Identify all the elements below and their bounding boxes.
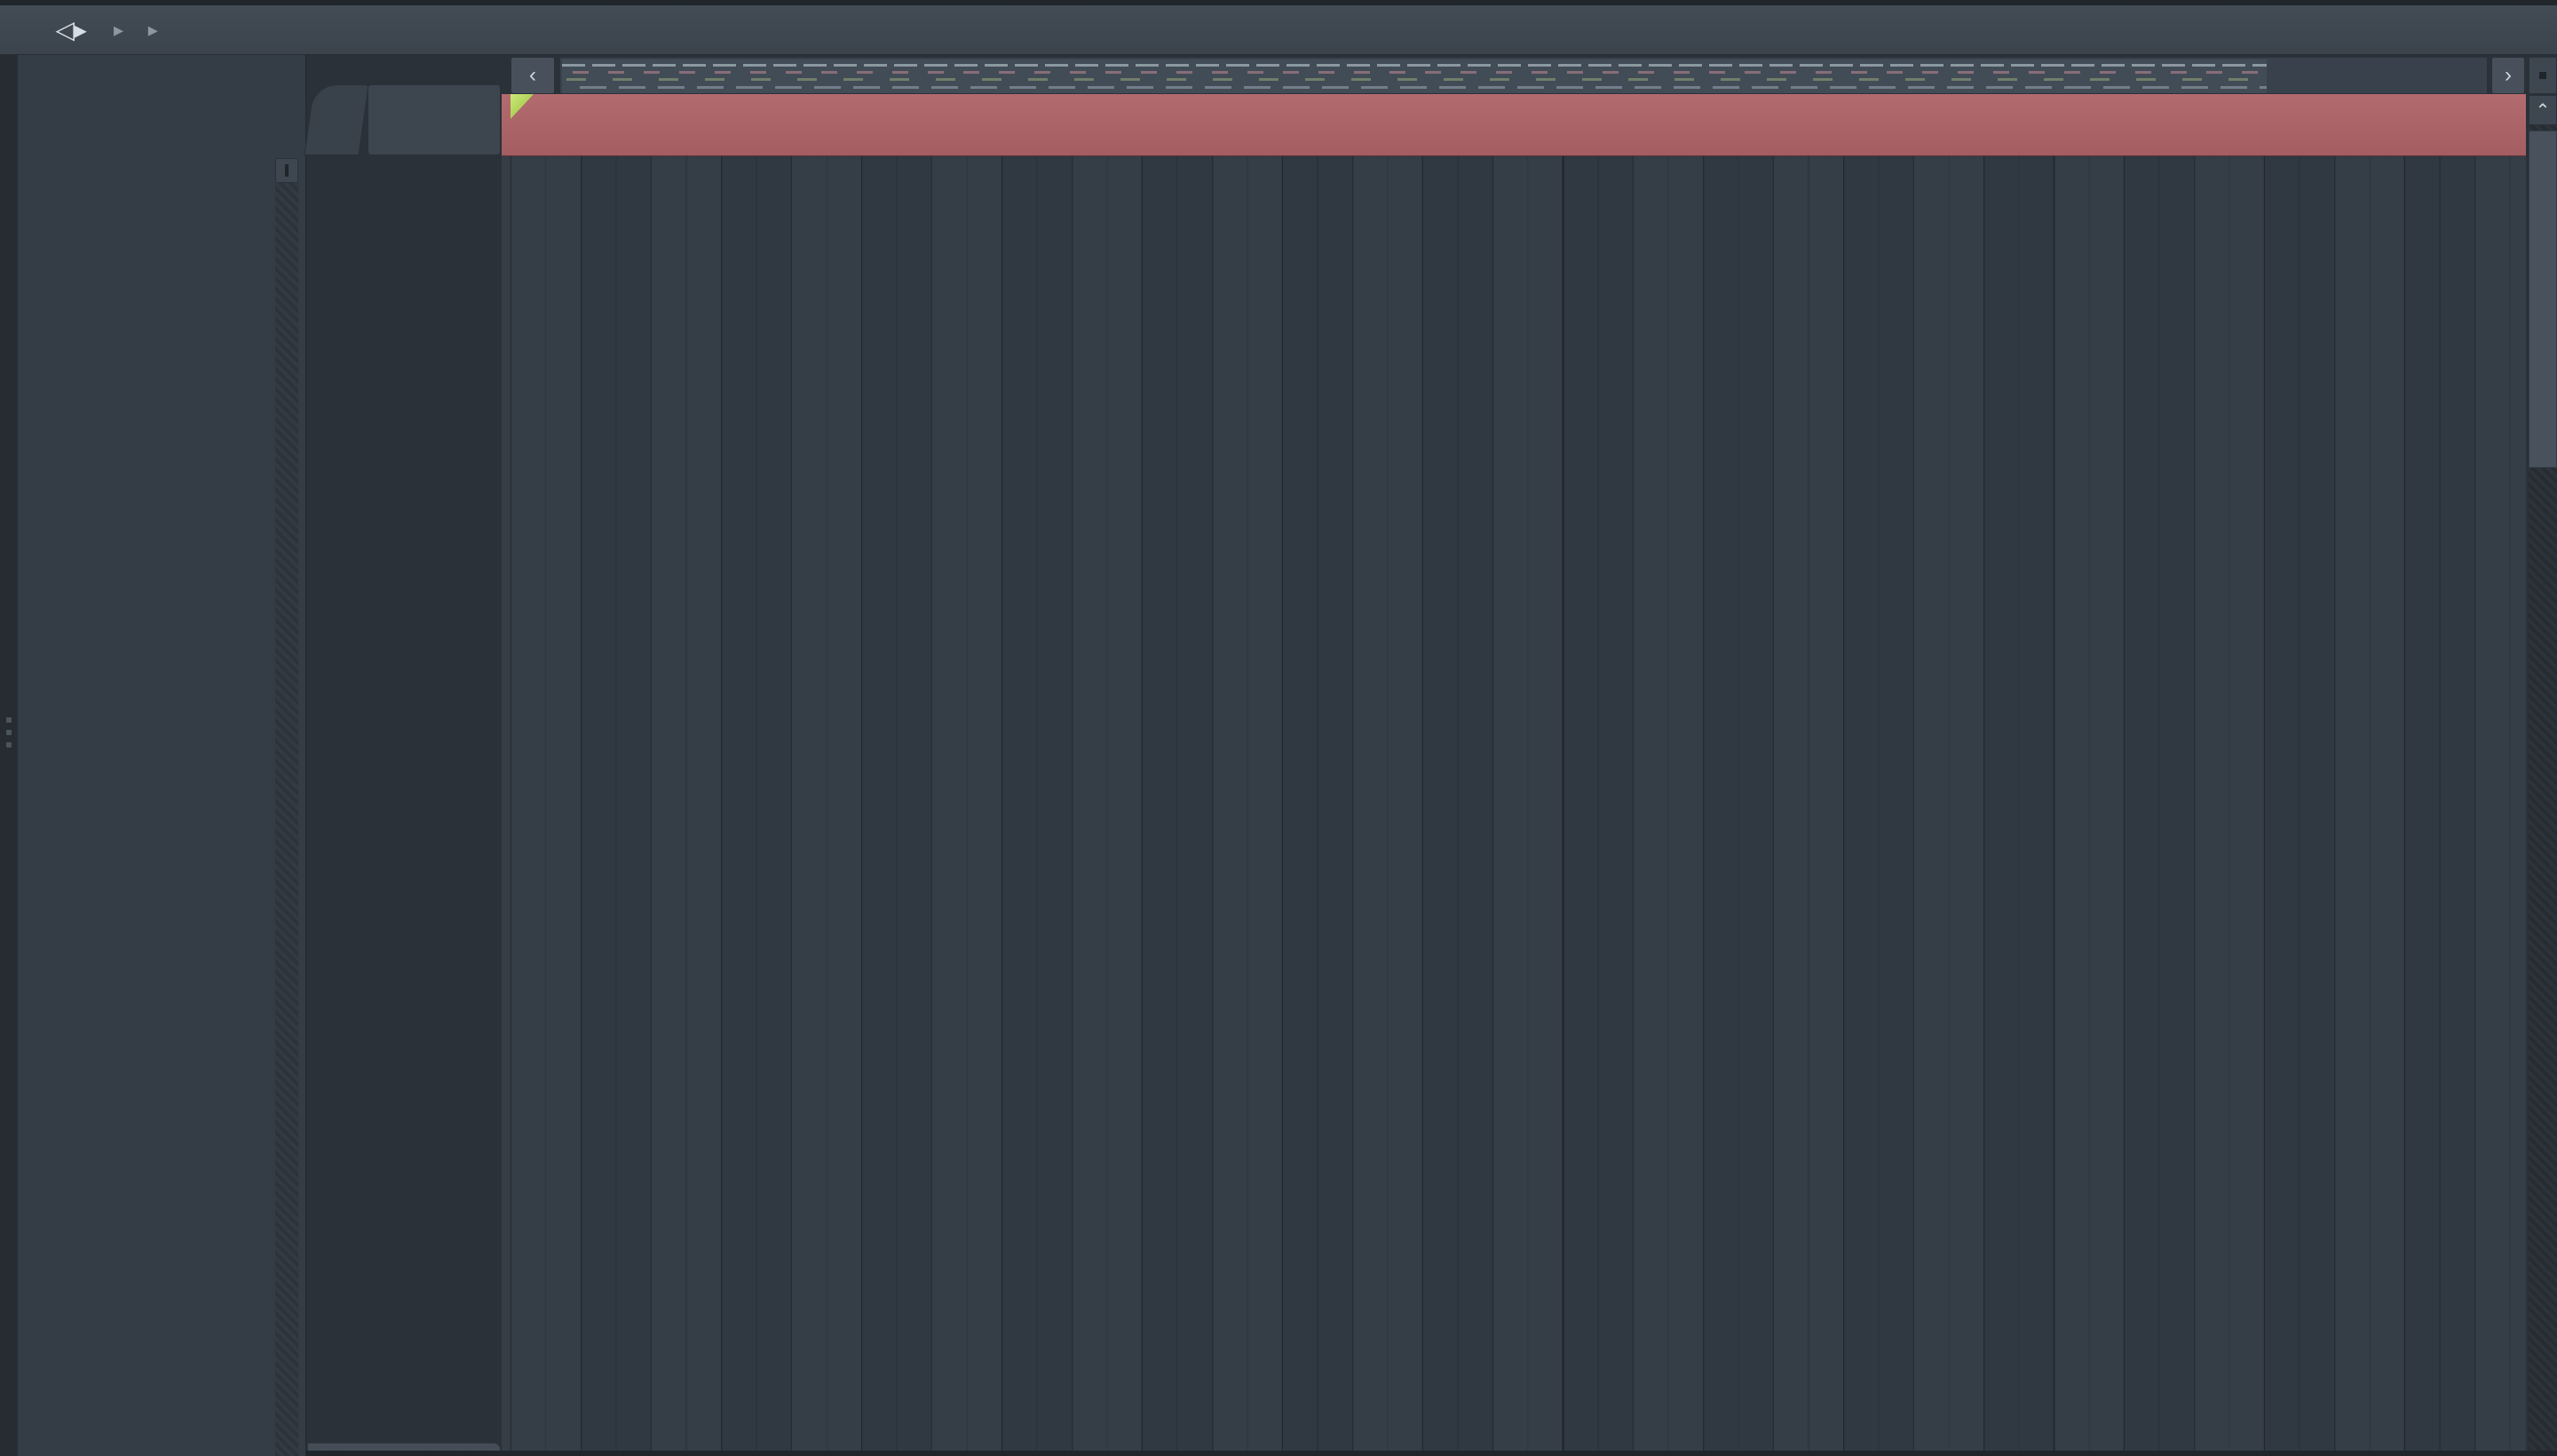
- overview-scroll-left-button[interactable]: ‹: [511, 57, 555, 94]
- grip-dot: [6, 717, 12, 723]
- breadcrumb-sep-icon: ▸: [147, 18, 158, 41]
- scroll-up-button[interactable]: ⌃: [2529, 95, 2557, 125]
- vertical-scroll-thumb[interactable]: [2529, 131, 2557, 468]
- pattern-list-scrollbar[interactable]: [275, 158, 298, 1456]
- track-header-column: [306, 156, 502, 1456]
- grip-dot: [6, 742, 12, 748]
- overview-thumbnail[interactable]: [562, 59, 2267, 93]
- left-edge-strip: [0, 55, 18, 1456]
- playlist-grid[interactable]: [502, 156, 2526, 1456]
- vertical-scrollbar[interactable]: [2529, 125, 2557, 1456]
- track-tool-cluster: [368, 84, 501, 155]
- grip-dot: [6, 730, 12, 735]
- pattern-picker-tabs: [18, 99, 305, 197]
- timeline-ruler[interactable]: [502, 94, 2526, 156]
- add-track-tab[interactable]: [304, 84, 369, 155]
- bottom-window-edge: [306, 1451, 2557, 1456]
- pattern-picker-panel: [18, 55, 306, 1456]
- speaker-icon: ◁▸: [55, 16, 87, 44]
- fl-studio-playlist-window: { "window": { "title": "Playlist - Arran…: [0, 0, 2557, 1456]
- toolbar: ◁▸ ▸ ▸: [0, 0, 2557, 55]
- breadcrumb-sep-icon: ▸: [114, 18, 123, 41]
- overview-reset-button[interactable]: [2529, 57, 2557, 94]
- pattern-scroll-thumb[interactable]: [275, 158, 298, 183]
- arrangement-overview-bar[interactable]: [559, 57, 2488, 94]
- overview-scroll-right-button[interactable]: ›: [2491, 57, 2525, 94]
- window-title-area: ◁▸ ▸ ▸: [53, 12, 158, 49]
- playhead-flag[interactable]: [511, 94, 534, 119]
